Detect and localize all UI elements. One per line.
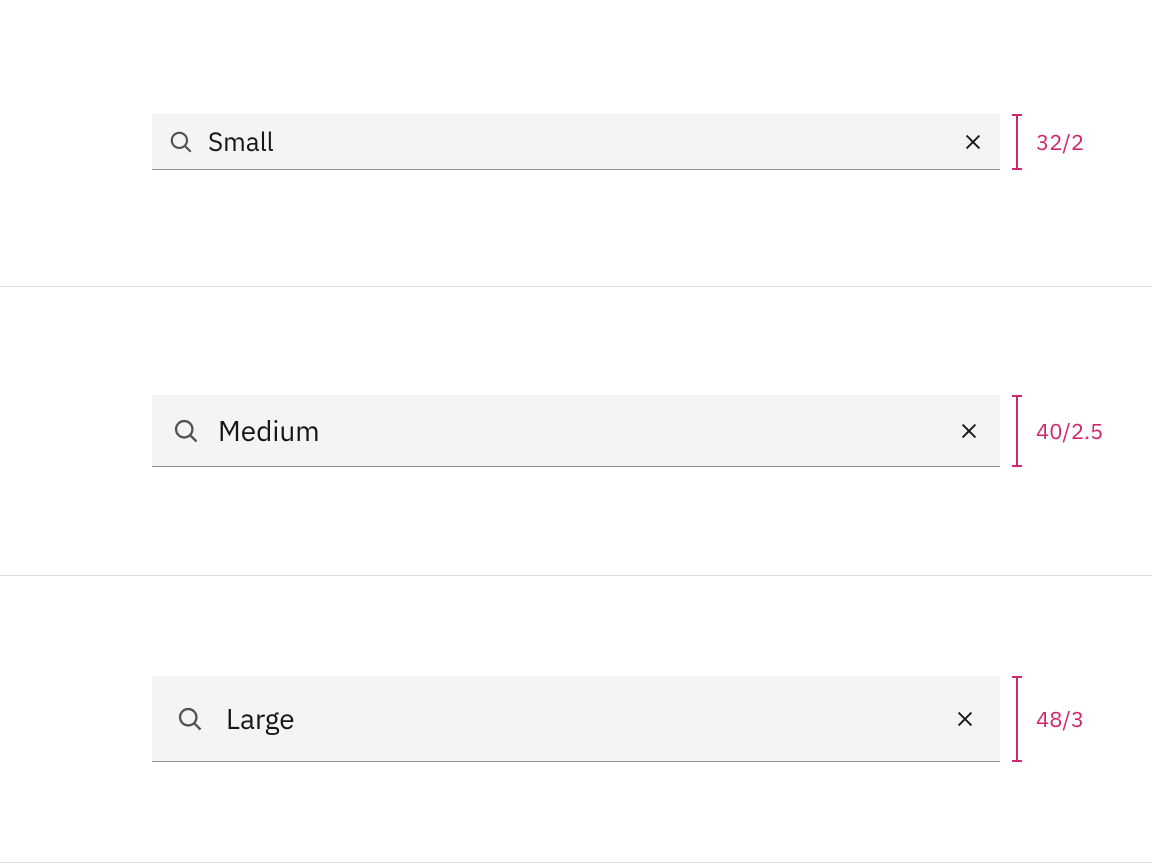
search-label-large: Large [226,700,954,737]
search-icon [176,705,204,733]
measure-group-medium: 40/2.5 [1010,395,1103,467]
measure-label-large: 48/3 [1036,705,1084,734]
search-bar-large[interactable]: Large [152,676,1000,762]
close-icon[interactable] [962,131,984,153]
close-icon[interactable] [954,708,976,730]
height-bracket-icon [1010,114,1024,170]
measure-group-small: 32/2 [1010,114,1084,170]
measure-group-large: 48/3 [1010,676,1084,762]
search-bar-medium[interactable]: Medium [152,395,1000,467]
search-icon [172,417,200,445]
search-label-medium: Medium [218,412,958,449]
height-bracket-icon [1010,676,1024,762]
section-medium: Medium 40/2.5 [0,287,1152,576]
section-small: Small 32/2 [0,0,1152,287]
measure-label-small: 32/2 [1036,128,1084,157]
close-icon[interactable] [958,420,980,442]
section-large: Large 48/3 [0,576,1152,863]
height-bracket-icon [1010,395,1024,467]
search-bar-small[interactable]: Small [152,114,1000,170]
search-icon [168,129,194,155]
search-label-small: Small [208,125,962,159]
measure-label-medium: 40/2.5 [1036,417,1103,446]
